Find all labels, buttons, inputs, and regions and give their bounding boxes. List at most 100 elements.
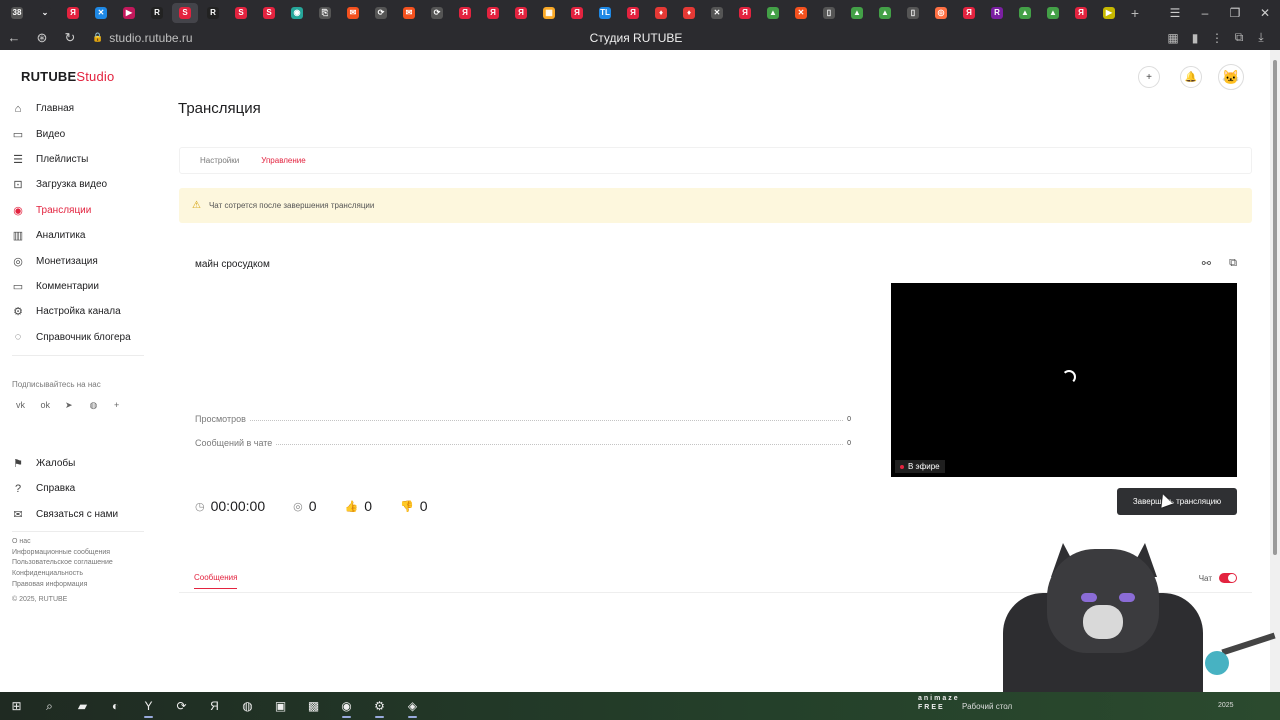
browser-tab[interactable]: ⟳	[368, 3, 394, 23]
reload-icon[interactable]: ↻	[56, 25, 84, 50]
browser-tab[interactable]: Я	[732, 3, 758, 23]
browser-tab[interactable]: R	[200, 3, 226, 23]
footer-link[interactable]: Информационные сообщения	[12, 548, 152, 559]
browser-tab[interactable]: Я	[620, 3, 646, 23]
sidebar-item[interactable]: ⊡ Загрузка видео	[12, 172, 152, 197]
search-icon[interactable]: ⌕	[33, 692, 66, 720]
sidebar-item[interactable]: ⌂ Главная	[12, 96, 152, 121]
browser-tab[interactable]: S	[172, 2, 198, 23]
browser-tab[interactable]: ▯	[900, 3, 926, 23]
browser-tab[interactable]: Я	[1068, 3, 1094, 23]
tab-settings[interactable]: Настройки	[200, 156, 239, 165]
ok-icon[interactable]: ok	[37, 400, 62, 411]
close-icon[interactable]: ✕	[1250, 0, 1280, 25]
new-tab-icon[interactable]: +	[1124, 5, 1146, 21]
menu-icon[interactable]: ☰	[1160, 0, 1190, 25]
sidebar-item[interactable]: ▥ Аналитика	[12, 223, 152, 248]
browser-tab[interactable]: Я	[452, 3, 478, 23]
discord-icon[interactable]: ◍	[231, 692, 264, 720]
file-explorer-icon[interactable]: ▰	[66, 692, 99, 720]
sidebar-item[interactable]: ☰ Плейлисты	[12, 147, 152, 172]
browser-tab[interactable]: Я	[956, 3, 982, 23]
sidebar-item[interactable]: ⚑ Жалобы	[12, 451, 152, 476]
browser-tab[interactable]: ▲	[1012, 3, 1038, 23]
edge-icon[interactable]: ◐	[99, 692, 132, 720]
browser-tab[interactable]: ✕	[88, 3, 114, 23]
sidebar-item[interactable]: ✉ Связаться с нами	[12, 502, 152, 527]
avatar[interactable]: 🐱	[1218, 64, 1244, 90]
browser-tab[interactable]: R	[144, 3, 170, 23]
obs-icon[interactable]: ◉	[330, 692, 363, 720]
browser-tab[interactable]: ▲	[760, 3, 786, 23]
browser-tab[interactable]: R	[984, 3, 1010, 23]
rutube-studio-logo[interactable]: RUTUBEStudio	[21, 69, 114, 84]
browser-tab[interactable]: 38	[4, 3, 30, 23]
browser-tab[interactable]: ◉	[284, 3, 310, 23]
footer-link[interactable]: О нас	[12, 537, 152, 548]
app2-icon[interactable]: ⚙	[363, 692, 396, 720]
browser-tab[interactable]: ▶	[1096, 3, 1122, 23]
browser-tab[interactable]: ⟳	[424, 3, 450, 23]
yandex-browser-icon[interactable]: Y	[132, 692, 165, 720]
video-player[interactable]: В эфире	[891, 283, 1237, 477]
browser-tab[interactable]: S	[256, 3, 282, 23]
browser-tab[interactable]: ✉	[340, 3, 366, 23]
sidebar-item[interactable]: ▭ Видео	[12, 121, 152, 146]
add-icon[interactable]: +	[1138, 66, 1160, 88]
browser-tab[interactable]: ✕	[788, 3, 814, 23]
browser-tab[interactable]: ⌄	[32, 3, 58, 23]
restore-icon[interactable]: ❐	[1220, 0, 1250, 25]
sidebar-item[interactable]: ◎ Монетизация	[12, 248, 152, 273]
taskbar-clock[interactable]: 2025	[1218, 702, 1234, 709]
app-icon[interactable]: ⟳	[165, 692, 198, 720]
download-icon[interactable]: ⤓	[1250, 30, 1272, 45]
vk-icon[interactable]: vk	[12, 400, 37, 411]
windows-start-icon[interactable]: ⊞	[0, 692, 33, 720]
url-field[interactable]: 🔒 studio.rutube.ru	[92, 31, 193, 45]
bell-icon[interactable]: 🔔	[1180, 66, 1202, 88]
app3-icon[interactable]: ◈	[396, 692, 429, 720]
browser-tab[interactable]: ♦	[648, 3, 674, 23]
protect-icon[interactable]: ⊛	[28, 25, 56, 50]
collections-icon[interactable]: ⧉	[1228, 30, 1250, 45]
extensions-icon[interactable]: ▦	[1162, 31, 1184, 45]
footer-link[interactable]: Пользовательское соглашение	[12, 558, 152, 569]
desktop-label[interactable]: Рабочий стол	[962, 692, 1012, 720]
sidebar-item[interactable]: ? Справка	[12, 476, 152, 501]
browser-tab[interactable]: ▯	[816, 3, 842, 23]
sidebar-item[interactable]: ◌ Справочник блогера	[12, 325, 152, 350]
scrollbar-thumb[interactable]	[1273, 60, 1277, 555]
back-icon[interactable]: ←	[0, 25, 28, 50]
tab-management[interactable]: Управление	[261, 156, 305, 165]
browser-tab[interactable]: ▦	[536, 3, 562, 23]
sidebar-item[interactable]: ▭ Комментарии	[12, 274, 152, 299]
tab-messages[interactable]: Сообщения	[194, 573, 238, 589]
browser-tab[interactable]: ♦	[676, 3, 702, 23]
browser-tab[interactable]: Я	[60, 3, 86, 23]
share-icon[interactable]: ⚯	[1185, 257, 1211, 270]
telegram-icon[interactable]: ➤	[61, 400, 86, 411]
footer-link[interactable]: Правовая информация	[12, 580, 152, 591]
browser-tab[interactable]: ▲	[844, 3, 870, 23]
yandex-icon[interactable]: Я	[198, 692, 231, 720]
browser-tab[interactable]: ✕	[704, 3, 730, 23]
more-icon[interactable]: +	[110, 400, 135, 411]
browser-tab[interactable]: ▶	[116, 3, 142, 23]
browser-tab[interactable]: ⎘	[312, 3, 338, 23]
more-icon[interactable]: ⋮	[1206, 31, 1228, 45]
browser-tab[interactable]: Я	[480, 3, 506, 23]
browser-tab[interactable]: TL	[592, 3, 618, 23]
browser-tab[interactable]: ▲	[1040, 3, 1066, 23]
sidebar-item[interactable]: ◉ Трансляции	[12, 198, 152, 223]
browser-tab[interactable]: ▲	[872, 3, 898, 23]
sidebar-item[interactable]: ⚙ Настройка канала	[12, 299, 152, 324]
end-stream-button[interactable]: Завершить трансляцию	[1117, 488, 1237, 515]
browser-tab[interactable]: ◎	[928, 3, 954, 23]
minecraft-icon[interactable]: ▣	[264, 692, 297, 720]
viber-icon[interactable]: ◍	[86, 400, 111, 411]
open-external-icon[interactable]: ⧉	[1211, 257, 1237, 270]
browser-tab[interactable]: Я	[508, 3, 534, 23]
browser-tab[interactable]: ✉	[396, 3, 422, 23]
browser-tab[interactable]: Я	[564, 3, 590, 23]
browser-tab[interactable]: S	[228, 3, 254, 23]
